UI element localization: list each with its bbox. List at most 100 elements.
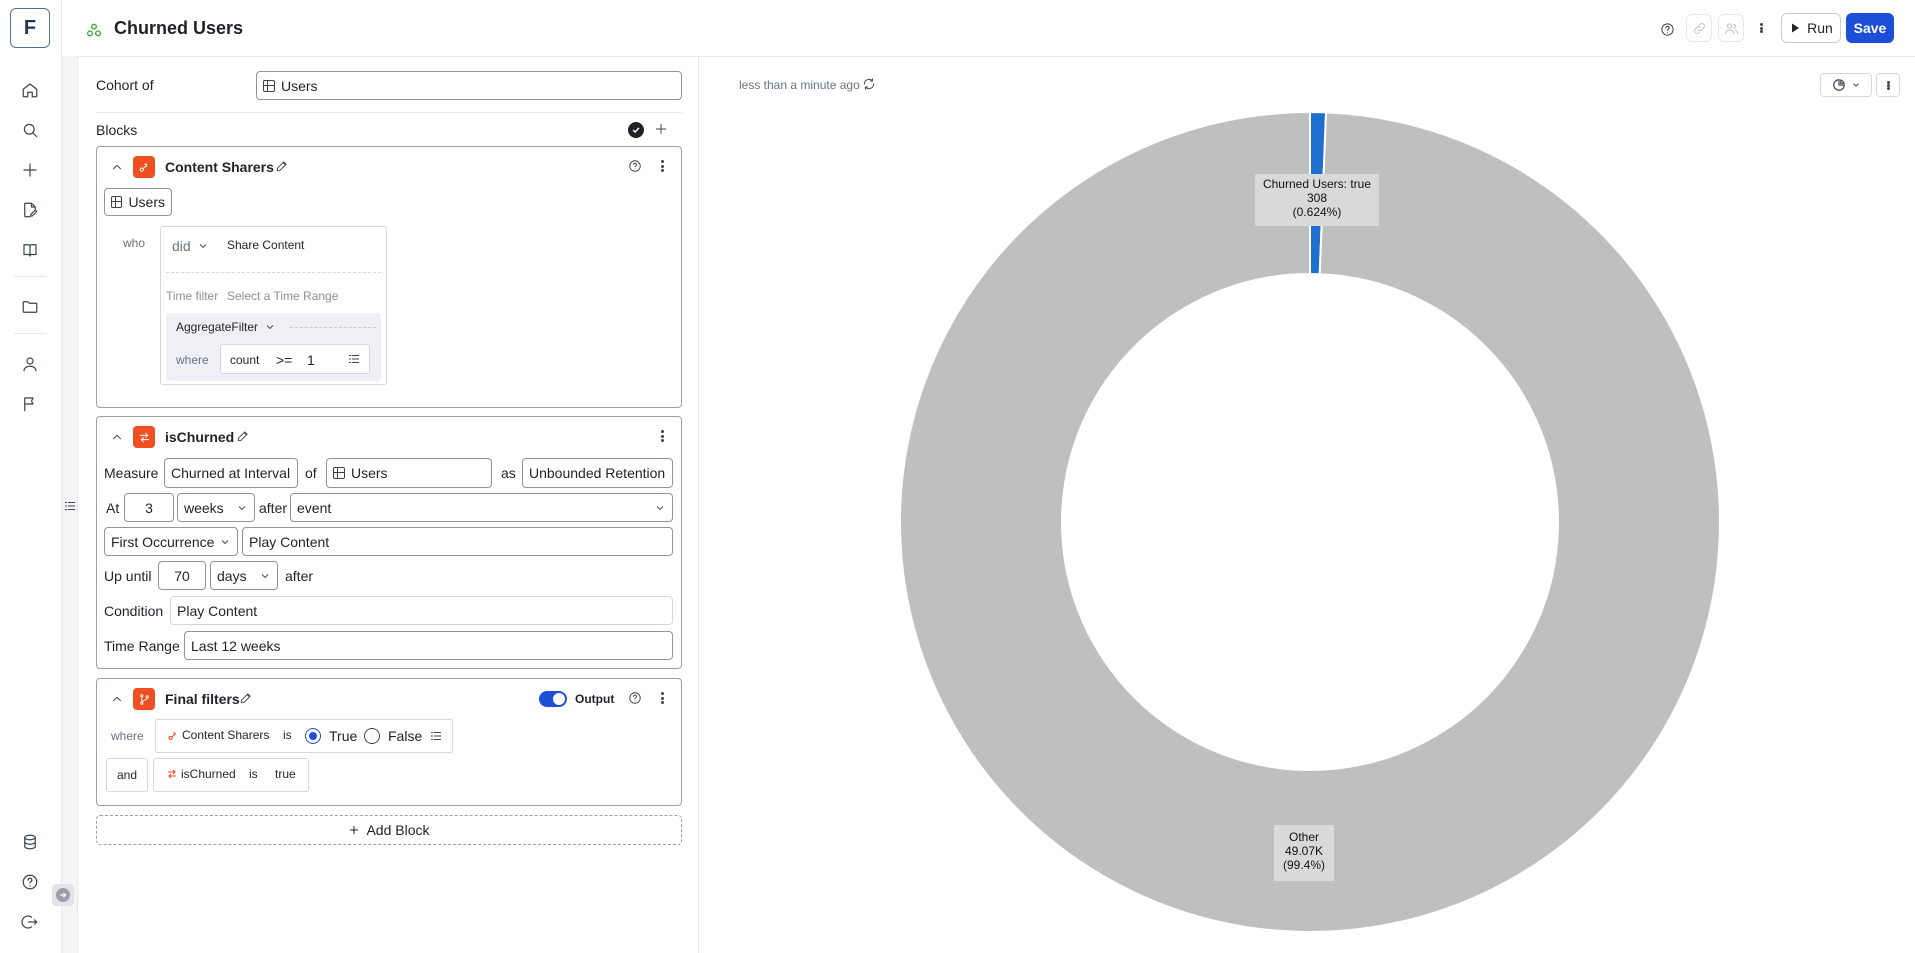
cohort-of-select[interactable]: Users <box>256 71 682 100</box>
output-toggle[interactable] <box>539 691 567 707</box>
help-icon[interactable] <box>628 159 642 176</box>
donut-slice-1[interactable] <box>900 110 1720 933</box>
chevron-down-icon <box>199 244 207 249</box>
true-radio-label: True <box>329 728 358 744</box>
aggregate-filter-select[interactable]: AggregateFilter <box>176 320 276 334</box>
block-menu-icon[interactable] <box>655 429 669 443</box>
list-icon[interactable] <box>347 352 361 369</box>
chevron-down-icon <box>261 573 269 578</box>
divider <box>166 272 381 273</box>
folder-icon[interactable] <box>17 294 43 320</box>
up-until-unit-select[interactable]: days <box>210 561 278 590</box>
chevron-up-icon[interactable] <box>110 430 124 447</box>
of-entity-select[interactable]: Users <box>326 458 492 488</box>
time-filter-select[interactable]: Select a Time Range <box>227 289 338 303</box>
slice-name: Churned Users: true <box>1262 177 1372 191</box>
block-name: Content Sharers <box>165 159 274 175</box>
block-menu-icon[interactable] <box>655 691 669 705</box>
run-button-label: Run <box>1807 20 1833 36</box>
outline-toggle-icon[interactable] <box>63 499 77 516</box>
edit-icon[interactable] <box>239 691 253 708</box>
entity-select[interactable]: Users <box>104 188 172 216</box>
expand-sidebar-button[interactable] <box>52 884 74 906</box>
edit-file-icon[interactable] <box>17 197 43 223</box>
help-icon[interactable] <box>17 869 43 895</box>
refresh-icon[interactable] <box>862 77 876 94</box>
occurrence-event-select[interactable]: Play Content <box>242 527 673 556</box>
flag-icon[interactable] <box>17 391 43 417</box>
filter-is-label: is <box>283 728 292 742</box>
home-icon[interactable] <box>17 77 43 103</box>
as-select[interactable]: Unbounded Retention <box>522 458 673 488</box>
more-menu-icon[interactable] <box>1752 16 1770 40</box>
donut-chart <box>900 110 1720 933</box>
and-operator[interactable]: and <box>106 758 148 792</box>
search-icon[interactable] <box>17 117 43 143</box>
occurrence-select[interactable]: First Occurrence <box>104 527 238 556</box>
merge-filter-icon <box>133 688 155 710</box>
measure-select[interactable]: Churned at Interval <box>164 458 298 488</box>
block-menu-icon[interactable] <box>655 159 669 173</box>
database-icon[interactable] <box>17 829 43 855</box>
agg-operator[interactable]: >= <box>276 352 292 368</box>
filter-is-label: is <box>249 767 258 781</box>
help-icon[interactable] <box>628 691 642 708</box>
up-until-input[interactable]: 70 <box>158 561 206 590</box>
filter-value[interactable]: true <box>275 767 296 781</box>
false-radio-label: False <box>388 728 423 744</box>
false-radio[interactable] <box>364 728 380 744</box>
at-interval-input[interactable]: 3 <box>124 493 174 522</box>
where-label: where <box>176 353 209 367</box>
event-select[interactable]: Share Content <box>227 238 304 252</box>
table-icon <box>111 196 123 208</box>
slice-label-other: Other 49.07K (99.4%) <box>1274 825 1334 881</box>
share-event-icon <box>133 156 155 178</box>
edit-icon[interactable] <box>275 159 289 176</box>
add-icon[interactable] <box>654 122 668 139</box>
slice-value: 308 <box>1306 191 1328 205</box>
chart-menu-icon[interactable] <box>1876 73 1900 97</box>
true-radio[interactable] <box>305 728 321 744</box>
output-label: Output <box>575 692 615 706</box>
chevron-up-icon[interactable] <box>110 160 124 177</box>
book-icon[interactable] <box>17 237 43 263</box>
chevron-up-icon[interactable] <box>110 692 124 709</box>
help-icon[interactable] <box>1656 18 1678 40</box>
user-icon[interactable] <box>17 351 43 377</box>
link-icon[interactable] <box>1686 14 1712 42</box>
save-button[interactable]: Save <box>1846 13 1894 43</box>
share-users-icon[interactable] <box>1718 14 1744 42</box>
table-icon <box>333 467 345 479</box>
logout-icon[interactable] <box>17 909 43 935</box>
add-block-button[interactable]: Add Block <box>96 815 682 845</box>
filter-field[interactable]: Content Sharers <box>182 728 269 742</box>
edit-icon[interactable] <box>236 429 250 446</box>
run-button[interactable]: Run <box>1781 13 1841 43</box>
table-icon <box>263 79 275 92</box>
agg-field[interactable]: count <box>230 353 259 367</box>
plus-icon[interactable] <box>17 157 43 183</box>
who-label: who <box>123 236 146 250</box>
condition-select[interactable]: Play Content <box>170 596 673 625</box>
time-range-select[interactable]: Last 12 weeks <box>184 631 673 660</box>
slice-label-churned: Churned Users: true 308 (0.624%) <box>1255 174 1379 226</box>
check-circle-icon[interactable] <box>628 122 644 138</box>
agg-value-input[interactable]: 1 <box>307 352 315 368</box>
app-logo[interactable]: F <box>10 8 50 48</box>
divider <box>290 327 376 328</box>
last-run-timestamp: less than a minute ago <box>739 78 860 92</box>
after-select[interactable]: event <box>290 493 673 522</box>
block-name: isChurned <box>165 429 235 445</box>
at-label: At <box>106 500 120 516</box>
retention-icon <box>133 426 155 448</box>
did-value: did <box>172 238 191 254</box>
slice-value: 49.07K <box>1284 844 1324 858</box>
did-select[interactable]: did <box>172 238 209 254</box>
list-icon[interactable] <box>429 729 443 746</box>
chart-type-select[interactable] <box>1820 73 1872 97</box>
measure-label: Measure <box>104 465 159 481</box>
filter-field[interactable]: isChurned <box>181 767 236 781</box>
at-unit-select[interactable]: weeks <box>177 493 255 522</box>
rail-divider <box>14 333 46 334</box>
up-until-label: Up until <box>104 568 152 584</box>
